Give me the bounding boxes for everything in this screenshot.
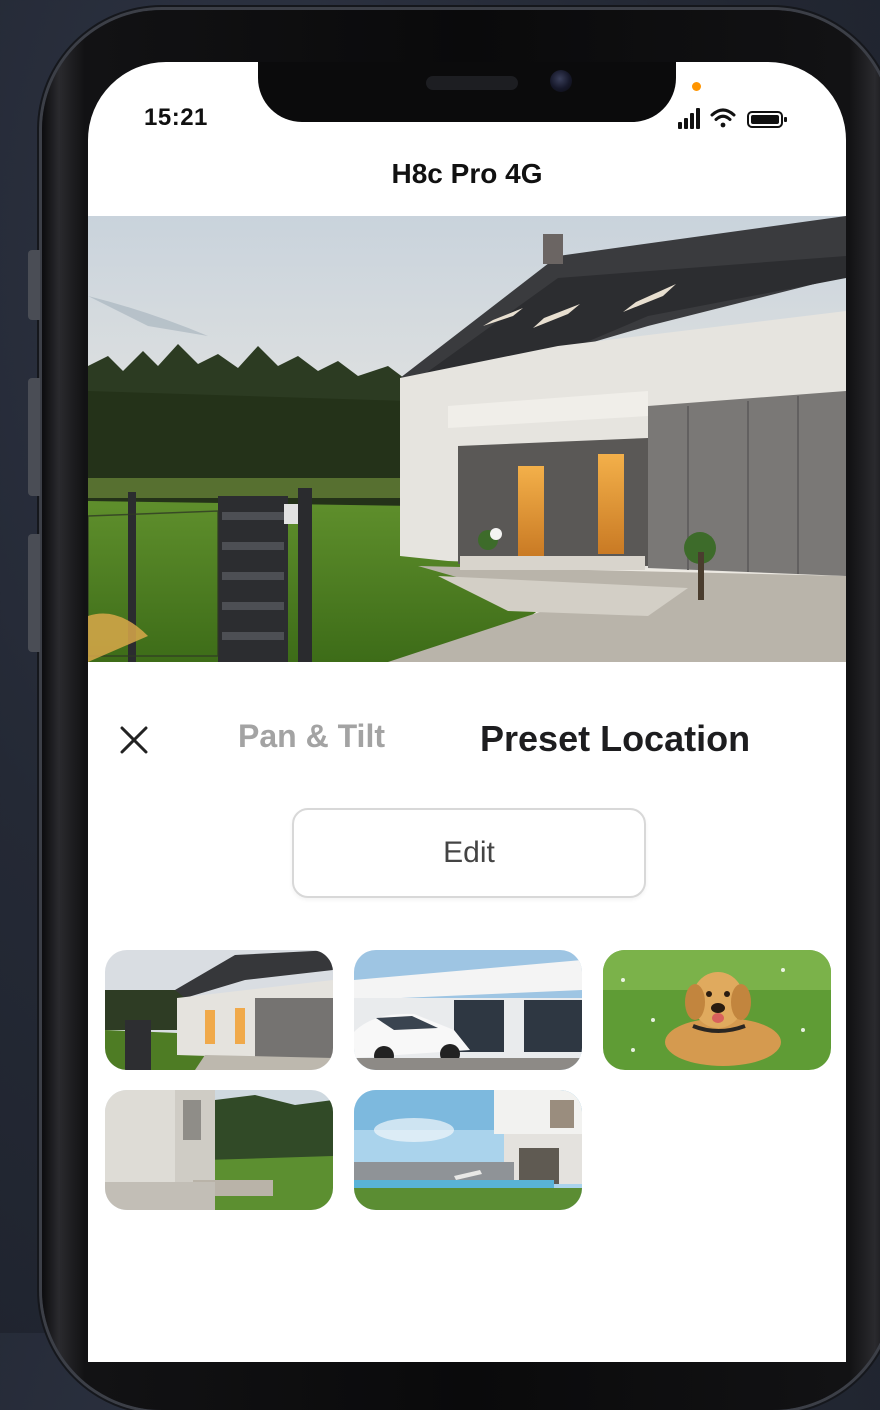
notch — [258, 62, 676, 122]
signal-icon — [678, 108, 700, 129]
wifi-icon — [710, 108, 736, 128]
preset-image-house-with-gate — [105, 950, 333, 1070]
battery-icon — [747, 111, 787, 128]
control-tabs: Pan & Tilt Preset Location — [88, 702, 846, 782]
page-title: H8c Pro 4G — [391, 158, 543, 189]
edit-button[interactable]: Edit — [292, 808, 646, 898]
volume-up-button — [28, 378, 40, 496]
preset-image-house-side-garden — [105, 1090, 333, 1210]
preset-thumbnail-3[interactable] — [603, 950, 831, 1070]
preset-thumbnail-1[interactable] — [105, 950, 333, 1070]
tab-pan-tilt[interactable]: Pan & Tilt — [238, 718, 385, 755]
earpiece-speaker — [426, 76, 518, 90]
preset-image-white-car-garage — [354, 950, 582, 1070]
preset-image-modern-house-pool — [354, 1090, 582, 1210]
preset-thumbnail-4[interactable] — [105, 1090, 333, 1210]
silent-switch — [28, 250, 40, 320]
volume-down-button — [28, 534, 40, 652]
preset-image-golden-retriever-lawn — [603, 950, 831, 1070]
preset-thumbnail-5[interactable] — [354, 1090, 582, 1210]
status-icons — [678, 108, 787, 129]
status-time: 15:21 — [144, 104, 208, 131]
close-icon[interactable] — [116, 722, 152, 758]
live-view-image — [88, 216, 846, 662]
app-screen: 15:21 H8c Pro 4G Pan & Tilt Preset Locat… — [88, 62, 846, 1362]
tab-preset-location[interactable]: Preset Location — [480, 718, 750, 760]
front-camera — [550, 70, 572, 92]
camera-live-view[interactable] — [88, 216, 846, 662]
preset-thumbnail-2[interactable] — [354, 950, 582, 1070]
privacy-indicator-dot — [692, 82, 701, 91]
